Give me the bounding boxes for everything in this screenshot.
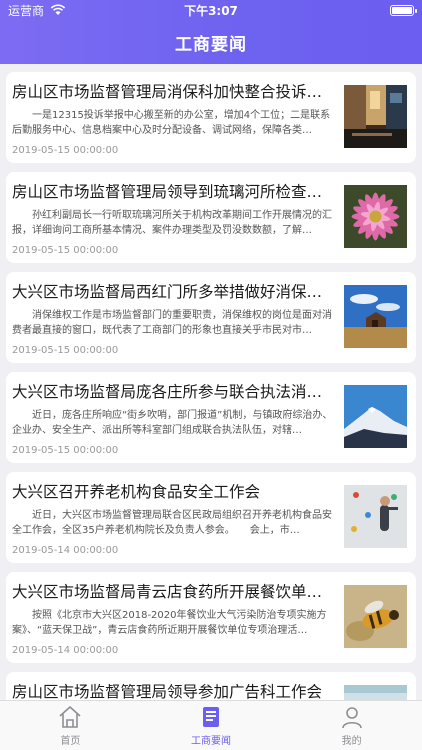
partial-photo-image: [344, 685, 407, 700]
news-title: 大兴区召开养老机构食品安全工作会: [12, 483, 261, 501]
carrier-label: 运营商: [8, 3, 45, 18]
news-summary: 按照《北京市大兴区2018-2020年餐饮业大气污染防治专项实施方案》、“蓝天保…: [12, 610, 327, 636]
news-card[interactable]: 房山区市场监督管理局消保科加快整合投诉… 一是12315投诉举报中心搬至新的办公…: [6, 72, 416, 163]
news-icon: [203, 707, 219, 727]
home-icon: [59, 706, 81, 728]
news-thumbnail: [344, 85, 407, 148]
tab-home[interactable]: 首页: [0, 701, 141, 750]
news-date: 2019-05-15 00:00:00: [12, 445, 119, 456]
news-summary: 孙红利副局长一行听取琉璃河所关于机构改革期间工作开展情况的汇报，详细询问工商所基…: [12, 210, 332, 236]
page-title: 工商要闻: [175, 34, 247, 55]
news-title: 大兴区市场监督局庞各庄所参与联合执法消…: [12, 383, 323, 401]
tab-news[interactable]: 工商要闻: [141, 701, 282, 750]
news-thumbnail: [344, 185, 407, 248]
street-photo-image: [344, 85, 407, 148]
status-bar: 运营商 下午3:07: [0, 0, 422, 20]
news-summary: 近日，大兴区市场监督管理局联合区民政局组织召开养老机构食品安全工作会，全区35户…: [12, 510, 332, 536]
news-title: 大兴区市场监督局青云店食药所开展餐饮单…: [12, 583, 323, 601]
news-date: 2019-05-15 00:00:00: [12, 345, 119, 356]
news-title: 房山区市场监督管理局领导到琉璃河所检查…: [12, 183, 323, 201]
news-summary: 消保维权工作是市场监督部门的重要职责，消保维权的岗位是面对消费者最直接的窗口，既…: [12, 310, 332, 336]
tab-profile-label: 我的: [341, 736, 362, 747]
barn-photo-image: [344, 285, 407, 348]
news-card[interactable]: 大兴区市场监督局庞各庄所参与联合执法消… 近日，庞各庄所响应“街乡吹哨，部门报道…: [6, 372, 416, 463]
news-thumbnail: [344, 585, 407, 648]
news-card[interactable]: 房山区市场监督管理局领导到琉璃河所检查… 孙红利副局长一行听取琉璃河所关于机构改…: [6, 172, 416, 263]
wifi-icon: [50, 4, 66, 15]
news-card[interactable]: 大兴区市场监督局西红门所多举措做好消保… 消保维权工作是市场监督部门的重要职责，…: [6, 272, 416, 363]
news-card[interactable]: 大兴区召开养老机构食品安全工作会 近日，大兴区市场监督管理局联合区民政局组织召开…: [6, 472, 416, 563]
news-date: 2019-05-15 00:00:00: [12, 145, 119, 156]
news-thumbnail: [344, 685, 407, 700]
news-date: 2019-05-14 00:00:00: [12, 545, 119, 556]
news-title: 房山区市场监督管理局消保科加快整合投诉…: [12, 83, 323, 101]
flower-photo-image: [344, 185, 407, 248]
news-title: 房山区市场监督管理局领导参加广告科工作会: [12, 683, 323, 700]
news-summary: 近日，庞各庄所响应“街乡吹哨，部门报道”机制，与镇政府综治办、企业办、安全生产、…: [12, 410, 333, 436]
mountain-photo-image: [344, 385, 407, 448]
news-date: 2019-05-15 00:00:00: [12, 245, 119, 256]
news-date: 2019-05-14 00:00:00: [12, 645, 119, 656]
news-summary: 一是12315投诉举报中心搬至新的办公室，增加4个工位；二是联系后勤服务中心、信…: [12, 110, 331, 136]
climbing-photo-image: [344, 485, 407, 548]
tab-home-label: 首页: [60, 736, 81, 747]
news-thumbnail: [344, 385, 407, 448]
news-list[interactable]: 房山区市场监督管理局消保科加快整合投诉… 一是12315投诉举报中心搬至新的办公…: [0, 64, 422, 700]
tab-bar: 首页 工商要闻 我的: [0, 700, 422, 750]
status-time: 下午3:07: [184, 3, 238, 18]
bee-photo-image: [344, 585, 407, 648]
news-thumbnail: [344, 485, 407, 548]
news-thumbnail: [344, 285, 407, 348]
header: 运营商 下午3:07 工商要闻: [0, 0, 422, 64]
news-title: 大兴区市场监督局西红门所多举措做好消保…: [12, 283, 323, 301]
tab-profile[interactable]: 我的: [281, 701, 422, 750]
news-card[interactable]: 大兴区市场监督局青云店食药所开展餐饮单… 按照《北京市大兴区2018-2020年…: [6, 572, 416, 663]
tab-news-label: 工商要闻: [191, 736, 231, 747]
news-card[interactable]: 房山区市场监督管理局领导参加广告科工作会: [6, 672, 416, 700]
battery-icon: [390, 4, 417, 16]
profile-icon: [341, 707, 362, 729]
